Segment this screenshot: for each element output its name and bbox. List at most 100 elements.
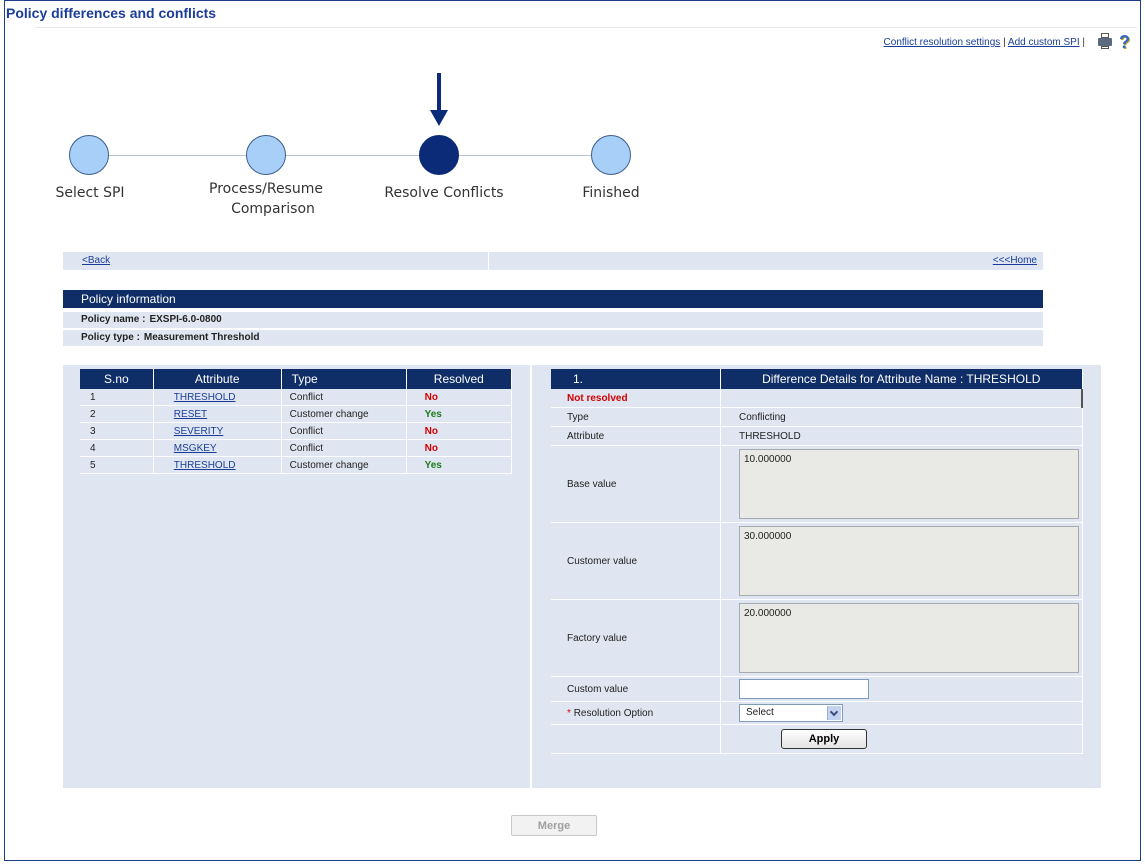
current-step-arrow-head <box>430 110 448 126</box>
apply-row-spacer <box>551 724 721 754</box>
policy-name-value: EXSPI-6.0-0800 <box>149 314 222 325</box>
conflict-resolution-settings-link[interactable]: Conflict resolution settings <box>884 37 1001 48</box>
attribute-row: Attribute THRESHOLD <box>551 426 1083 446</box>
policy-name-row: Policy name : EXSPI-6.0-0800 <box>63 312 1043 328</box>
attribute-link[interactable]: THRESHOLD <box>174 392 236 403</box>
table-row: 5 THRESHOLD Customer change Yes <box>80 456 513 474</box>
cell-sno: 5 <box>80 456 154 474</box>
cell-attribute: MSGKEY <box>153 439 282 457</box>
cell-sno: 2 <box>80 405 154 423</box>
type-label: Type <box>551 407 721 427</box>
link-separator: | <box>1082 37 1085 48</box>
step-circle-select-spi <box>69 135 109 175</box>
resolution-option-selected: Select <box>746 707 774 718</box>
cell-resolved: No <box>406 389 513 406</box>
column-header-sno: S.no <box>80 369 154 389</box>
custom-value-label: Custom value <box>551 676 721 702</box>
customer-value-cell: 30.000000 <box>720 522 1083 600</box>
add-custom-spi-link[interactable]: Add custom SPI <box>1008 37 1080 48</box>
apply-cell: Apply <box>720 724 1083 754</box>
nav-divider <box>488 252 489 270</box>
page-title: Policy differences and conflicts <box>6 5 217 21</box>
details-title: Difference Details for Attribute Name : … <box>720 369 1083 389</box>
chevron-down-icon[interactable] <box>827 706 841 720</box>
cell-attribute: THRESHOLD <box>153 456 282 474</box>
resolution-option-cell: Select <box>720 701 1083 725</box>
custom-value-cell <box>720 676 1083 702</box>
column-header-type: Type <box>281 369 407 389</box>
type-value: Conflicting <box>720 407 1083 427</box>
cell-resolved: No <box>406 422 513 440</box>
table-row: 3 SEVERITY Conflict No <box>80 422 513 440</box>
step-circle-resolve-conflicts <box>419 135 459 175</box>
cell-attribute: SEVERITY <box>153 422 282 440</box>
help-icon[interactable]: ? <box>1119 33 1135 51</box>
factory-value-box[interactable]: 20.000000 <box>739 603 1079 673</box>
attribute-link[interactable]: THRESHOLD <box>174 460 236 471</box>
cell-sno: 3 <box>80 422 154 440</box>
policy-type-value: Measurement Threshold <box>143 332 260 343</box>
printer-icon[interactable] <box>1097 33 1113 51</box>
column-header-resolved: Resolved <box>406 369 513 389</box>
customer-value-row: Customer value 30.000000 <box>551 522 1083 600</box>
factory-value-cell: 20.000000 <box>720 599 1083 677</box>
home-link[interactable]: <<<Home <box>993 255 1037 266</box>
cell-sno: 1 <box>80 389 154 406</box>
cell-type: Conflict <box>281 439 407 457</box>
policy-type-row: Policy type : Measurement Threshold <box>63 330 1043 346</box>
step-label-resolve-conflicts: Resolve Conflicts <box>384 185 504 201</box>
base-value-cell: 10.000000 <box>720 445 1083 523</box>
factory-value-row: Factory value 20.000000 <box>551 599 1083 677</box>
cell-resolved: Yes <box>406 405 513 423</box>
merge-button[interactable]: Merge <box>511 815 597 836</box>
base-value-box[interactable]: 10.000000 <box>739 449 1079 519</box>
step-circle-process-resume <box>246 135 286 175</box>
title-divider <box>36 27 1137 28</box>
attribute-link[interactable]: MSGKEY <box>174 443 217 454</box>
attribute-link[interactable]: SEVERITY <box>174 426 223 437</box>
cell-type: Customer change <box>281 456 407 474</box>
policy-name-label: Policy name : <box>81 314 146 325</box>
step-label-finished: Finished <box>582 185 640 201</box>
cell-resolved: No <box>406 439 513 457</box>
apply-button[interactable]: Apply <box>781 729 867 749</box>
type-row: Type Conflicting <box>551 407 1083 427</box>
factory-value-label: Factory value <box>551 599 721 677</box>
difference-details-table: 1. Difference Details for Attribute Name… <box>551 369 1083 754</box>
attribute-label: Attribute <box>551 426 721 446</box>
status-value-cell <box>720 389 1083 408</box>
link-separator: | <box>1003 37 1006 48</box>
custom-value-input[interactable] <box>739 679 869 699</box>
attribute-link[interactable]: RESET <box>174 409 207 420</box>
required-marker: * <box>567 707 571 719</box>
step-label-line: Process/Resume <box>209 181 323 197</box>
attributes-table: S.no Attribute Type Resolved 1 THRESHOLD… <box>80 369 513 474</box>
panel-divider <box>530 365 532 788</box>
cell-sno: 4 <box>80 439 154 457</box>
customer-value-box[interactable]: 30.000000 <box>739 526 1079 596</box>
cell-type: Customer change <box>281 405 407 423</box>
column-header-attribute: Attribute <box>153 369 282 389</box>
resolution-option-row: * Resolution Option Select <box>551 701 1083 725</box>
top-links: Conflict resolution settings | Add custo… <box>884 37 1085 48</box>
top-icons: ? <box>1097 33 1135 51</box>
resolution-option-label-cell: * Resolution Option <box>551 701 721 725</box>
wizard-connector <box>108 155 606 156</box>
custom-value-row: Custom value <box>551 676 1083 702</box>
details-header-row: 1. Difference Details for Attribute Name… <box>551 369 1083 389</box>
customer-value-label: Customer value <box>551 522 721 600</box>
step-label-line: Comparison <box>231 201 315 217</box>
table-row: 4 MSGKEY Conflict No <box>80 439 513 457</box>
resolution-status: Not resolved <box>551 389 721 408</box>
base-value-row: Base value 10.000000 <box>551 445 1083 523</box>
base-value-label: Base value <box>551 445 721 523</box>
back-link[interactable]: <Back <box>82 255 110 266</box>
resolution-option-select[interactable]: Select <box>739 704 843 722</box>
nav-bar: <Back <<<Home <box>63 252 1043 270</box>
cell-resolved: Yes <box>406 456 513 474</box>
policy-type-label: Policy type : <box>81 332 140 343</box>
cell-type: Conflict <box>281 389 407 406</box>
resolution-option-label: Resolution Option <box>573 707 654 719</box>
cell-type: Conflict <box>281 422 407 440</box>
table-header-row: S.no Attribute Type Resolved <box>80 369 513 389</box>
